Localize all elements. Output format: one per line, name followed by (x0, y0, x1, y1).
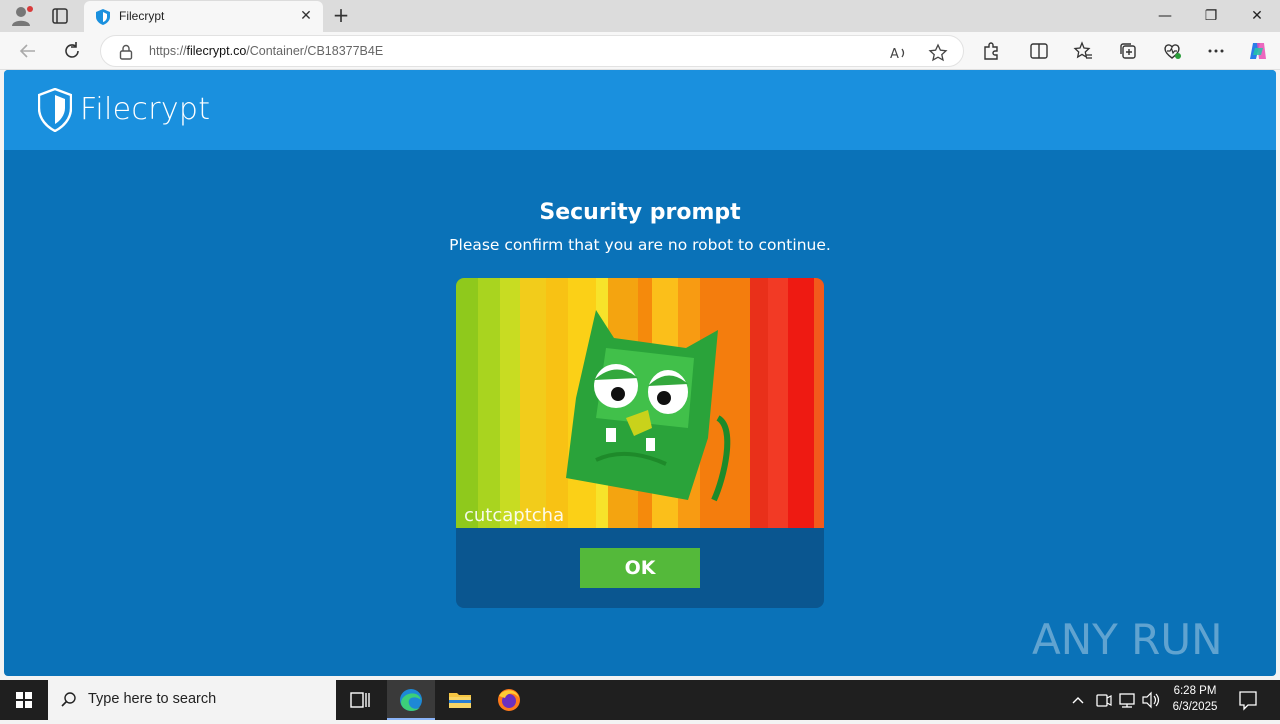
file-explorer-icon[interactable] (436, 680, 484, 720)
edge-icon[interactable] (387, 680, 435, 720)
split-screen-icon[interactable] (1029, 41, 1049, 61)
volume-icon[interactable] (1140, 680, 1162, 720)
new-tab-button[interactable]: + (330, 5, 352, 27)
site-header: Filecrypt (4, 70, 1276, 150)
system-clock[interactable]: 6:28 PM 6/3/2025 (1160, 683, 1230, 715)
firefox-icon[interactable] (485, 680, 533, 720)
back-icon[interactable] (17, 40, 39, 62)
collections-icon[interactable] (1118, 41, 1138, 61)
close-tab-button[interactable]: ✕ (297, 7, 315, 25)
browser-essentials-icon[interactable] (1162, 41, 1182, 61)
restore-button[interactable]: ❐ (1188, 0, 1234, 32)
search-icon (60, 691, 78, 709)
lock-icon[interactable] (119, 44, 133, 60)
task-view-icon[interactable] (336, 680, 384, 720)
prompt-subtitle: Please confirm that you are no robot to … (449, 236, 831, 254)
page-content: Filecrypt Security prompt Please confirm… (4, 70, 1276, 676)
copilot-icon[interactable] (1247, 40, 1269, 62)
captcha-image[interactable]: cutcaptcha (456, 278, 824, 528)
favorites-icon[interactable] (1073, 41, 1093, 61)
active-tab[interactable]: Filecrypt ✕ (84, 1, 323, 32)
watermark-text: ANY RUN (1032, 615, 1223, 664)
shield-favicon (96, 9, 110, 25)
network-icon[interactable] (1116, 680, 1138, 720)
refresh-icon[interactable] (61, 40, 83, 62)
favorite-star-icon[interactable] (928, 43, 948, 63)
tab-title: Filecrypt (119, 9, 165, 23)
notifications-icon[interactable] (1236, 680, 1260, 720)
brand-name[interactable]: Filecrypt (80, 92, 210, 127)
extensions-icon[interactable] (981, 41, 1001, 61)
url-text[interactable]: https://filecrypt.co/Container/CB18377B4… (149, 44, 383, 58)
close-window-button[interactable]: ✕ (1234, 0, 1280, 32)
taskbar: Type here to search 6:28 PM 6/3/2025 (0, 680, 1280, 720)
prompt-title: Security prompt (539, 200, 741, 225)
anyrun-watermark: ANY RUN (1032, 606, 1232, 670)
browser-toolbar: https://filecrypt.co/Container/CB18377B4… (0, 32, 1280, 70)
clock-date: 6/3/2025 (1172, 701, 1218, 713)
ok-button[interactable]: OK (580, 548, 700, 588)
profile-icon[interactable] (10, 5, 34, 27)
browser-tab-bar: Filecrypt ✕ + — ❐ ✕ (0, 0, 1280, 32)
address-bar[interactable]: https://filecrypt.co/Container/CB18377B4… (100, 35, 964, 67)
windows-start-icon[interactable] (0, 680, 48, 720)
filecrypt-logo-icon[interactable] (37, 87, 73, 133)
search-placeholder: Type here to search (88, 691, 217, 707)
chevron-up-icon[interactable] (1068, 680, 1088, 720)
svg-text:A: A (890, 47, 899, 62)
tab-actions-icon[interactable] (50, 6, 70, 26)
captcha-brand-text: cutcaptcha (464, 505, 564, 526)
minimize-button[interactable]: — (1142, 0, 1188, 32)
clock-time: 6:28 PM (1173, 685, 1217, 697)
read-aloud-icon[interactable]: A (889, 43, 909, 63)
meet-now-icon[interactable] (1092, 680, 1114, 720)
captcha-box: cutcaptcha OK (456, 278, 824, 608)
taskbar-search-box[interactable]: Type here to search (48, 680, 336, 720)
more-icon[interactable] (1206, 41, 1226, 61)
